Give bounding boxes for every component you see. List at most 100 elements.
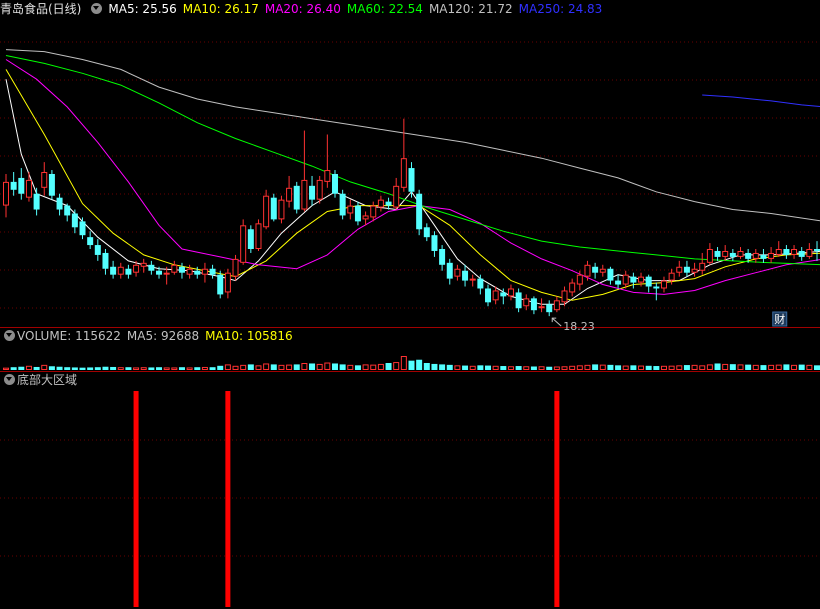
volume-bar-down xyxy=(423,363,430,370)
candle-body-up xyxy=(454,268,461,277)
candle-body-down xyxy=(102,252,109,269)
volume-bar-up xyxy=(806,364,813,371)
candle-body-down xyxy=(385,201,392,206)
candle-body-up xyxy=(117,266,124,275)
volume-bar-down xyxy=(71,367,78,370)
volume-bar-up xyxy=(224,364,231,370)
volume-bar-up xyxy=(171,367,178,370)
candle-body-down xyxy=(416,193,423,230)
candle-body-up xyxy=(791,249,798,255)
volume-bar-up xyxy=(584,364,591,371)
candle-body-up xyxy=(737,250,744,257)
volume-bar-down xyxy=(194,367,201,370)
volume-bar-up xyxy=(538,366,545,370)
candle-body-down xyxy=(607,268,614,281)
volume-bar-up xyxy=(622,365,629,371)
volume-bar-down xyxy=(729,364,736,370)
volume-bar-up xyxy=(668,365,675,371)
candle-body-down xyxy=(87,237,94,246)
candle-body-up xyxy=(660,280,667,289)
volume-bar-up xyxy=(41,364,48,371)
volume-bar-up xyxy=(553,366,560,370)
candle-body-down xyxy=(408,168,415,192)
candle-body-up xyxy=(201,268,208,275)
candle-body-up xyxy=(362,215,369,220)
candle-body-up xyxy=(752,252,759,259)
candle-body-down xyxy=(485,288,492,303)
volume-bar-down xyxy=(217,365,224,370)
volume-bar-up xyxy=(140,367,147,371)
candle-body-down xyxy=(798,250,805,257)
volume-bar-down xyxy=(485,365,492,370)
volume-bar-down xyxy=(87,367,94,370)
candle-body-up xyxy=(263,195,270,228)
volume-bar-up xyxy=(676,365,683,371)
candle-body-down xyxy=(645,276,652,287)
candle-body-up xyxy=(286,187,293,202)
candle-body-up xyxy=(224,272,231,293)
candle-body-down xyxy=(515,292,522,309)
volume-bar-down xyxy=(645,365,652,370)
volume-bar-up xyxy=(699,365,706,371)
candle-body-down xyxy=(714,250,721,257)
candle-body-down xyxy=(10,181,17,190)
volume-bar-down xyxy=(515,366,522,370)
volume-bar-down xyxy=(462,365,469,370)
volume-bar-up xyxy=(324,362,331,370)
volume-bar-up xyxy=(791,364,798,371)
candle-body-down xyxy=(309,185,316,200)
volume-bar-up xyxy=(561,366,568,370)
bottom-signal-bar xyxy=(554,391,560,607)
candle-body-up xyxy=(492,290,499,301)
volume-bar-down xyxy=(148,367,155,370)
volume-bar-down xyxy=(178,367,185,370)
candle-body-up xyxy=(240,225,247,263)
volume-bar-up xyxy=(133,367,140,370)
volume-bar-down xyxy=(331,363,338,370)
candle-body-down xyxy=(630,276,637,283)
candle-body-up xyxy=(133,264,140,273)
volume-bar-down xyxy=(48,366,55,370)
volume-bar-up xyxy=(117,367,124,371)
candle-body-up xyxy=(768,252,775,259)
candle-body-down xyxy=(431,235,438,251)
volume-bar-down xyxy=(814,365,820,370)
volume-bar-up xyxy=(186,367,193,370)
candle-body-down xyxy=(56,197,63,210)
candle-body-down xyxy=(462,270,469,281)
candle-body-down xyxy=(270,197,277,220)
volume-bar-down xyxy=(592,364,599,370)
ma-line-ma250 xyxy=(702,94,820,107)
volume-bar-down xyxy=(94,367,101,370)
volume-bar-up xyxy=(301,363,308,370)
candle-body-down xyxy=(217,274,224,295)
candle-body-down xyxy=(783,249,790,255)
volume-bar-down xyxy=(125,367,132,370)
volume-bar-up xyxy=(3,367,9,370)
ma-line-ma120 xyxy=(5,49,820,222)
volume-bar-up xyxy=(201,366,208,371)
candle-body-up xyxy=(622,274,629,285)
candle-body-up xyxy=(301,179,308,210)
candle-body-down xyxy=(194,270,201,275)
candle-body-up xyxy=(523,298,530,307)
candle-body-down xyxy=(814,249,820,251)
candle-body-down xyxy=(546,304,553,313)
candle-body-down xyxy=(653,286,660,289)
volume-bar-down xyxy=(745,364,752,370)
volume-bar-up xyxy=(523,366,530,370)
candle-body-down xyxy=(178,266,185,273)
candle-body-down xyxy=(500,292,507,297)
candle-body-down xyxy=(339,193,346,216)
candle-body-up xyxy=(538,306,545,309)
candle-body-down xyxy=(125,268,132,275)
volume-bar-down xyxy=(64,367,71,370)
candle-body-up xyxy=(576,274,583,285)
candle-body-down xyxy=(592,266,599,273)
candle-body-down xyxy=(79,221,86,236)
candle-body-up xyxy=(676,266,683,273)
candle-body-up xyxy=(25,179,32,198)
candle-body-down xyxy=(110,266,117,275)
candle-body-down xyxy=(439,249,446,265)
volume-bar-down xyxy=(102,366,109,370)
